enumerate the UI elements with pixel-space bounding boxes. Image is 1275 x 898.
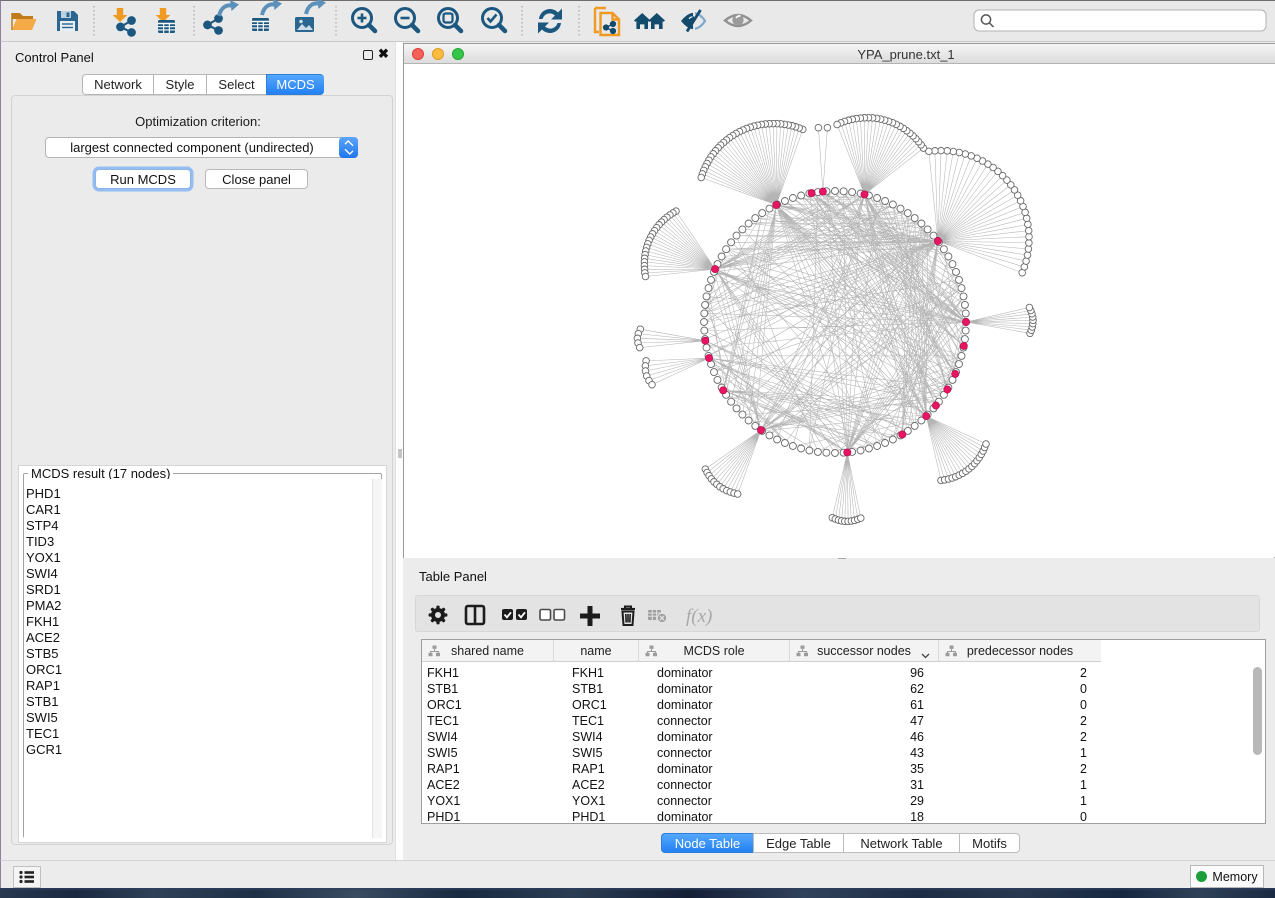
svg-text:f(x): f(x) [686,606,712,627]
